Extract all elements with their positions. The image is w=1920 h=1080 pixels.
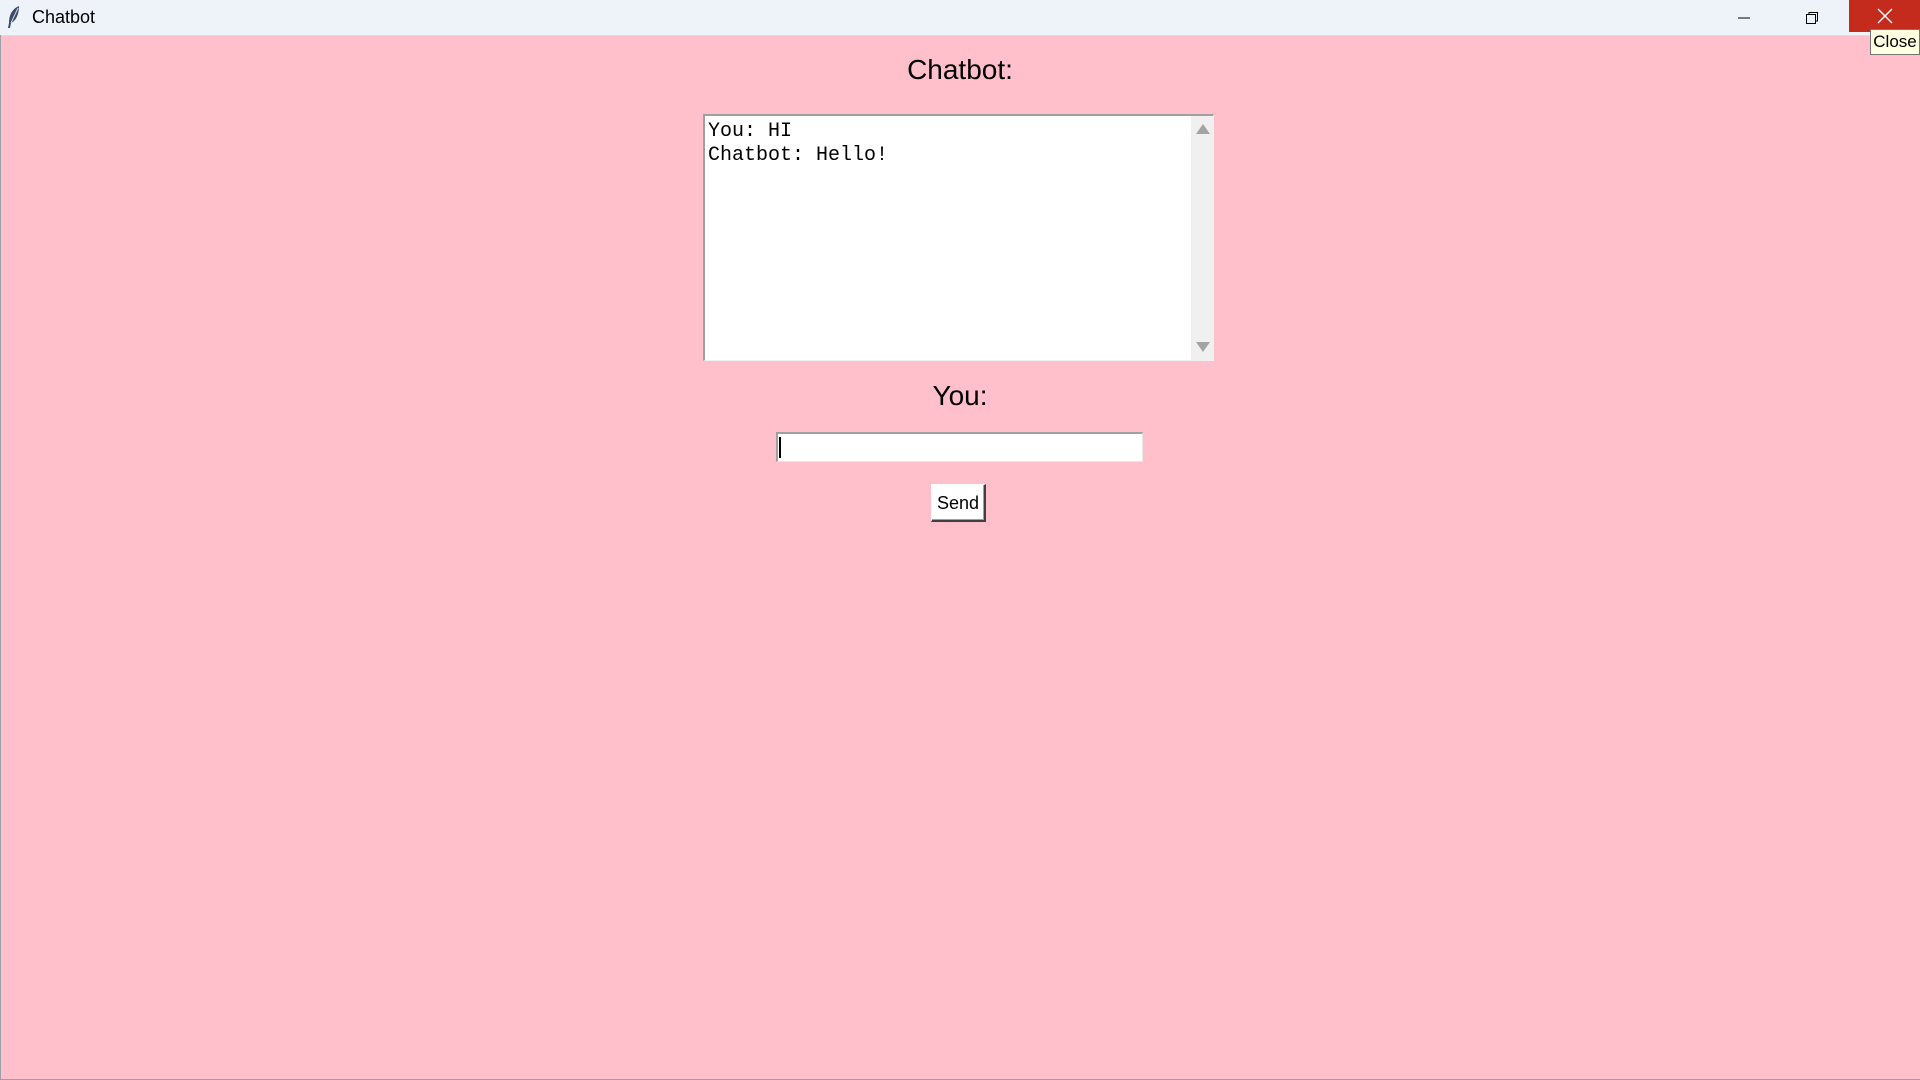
close-icon <box>1877 8 1892 24</box>
text-caret <box>779 437 781 458</box>
you-label: You: <box>932 380 988 411</box>
chat-log-text: You: HI Chatbot: Hello! <box>708 120 889 167</box>
close-tooltip: Close <box>1870 29 1920 55</box>
title-bar[interactable]: Chatbot <box>0 0 1920 36</box>
minimize-icon <box>1738 17 1750 18</box>
chatbot-label: Chatbot: <box>907 54 1013 85</box>
app-window: Chatbot Close Chatbot: You: HI Chatbot: … <box>0 0 1920 1080</box>
scroll-down-icon[interactable] <box>1196 342 1210 352</box>
restore-button[interactable] <box>1778 0 1846 35</box>
close-button[interactable] <box>1849 0 1920 32</box>
restore-icon <box>1806 11 1818 24</box>
chat-log[interactable]: You: HI Chatbot: Hello! <box>703 114 1214 361</box>
feather-icon <box>8 6 19 28</box>
minimize-button[interactable] <box>1710 0 1778 35</box>
send-button[interactable]: Send <box>931 484 986 522</box>
window-title: Chatbot <box>32 7 96 27</box>
chat-scrollbar[interactable] <box>1191 116 1213 360</box>
scroll-up-icon[interactable] <box>1196 124 1210 134</box>
message-input[interactable] <box>776 432 1143 462</box>
